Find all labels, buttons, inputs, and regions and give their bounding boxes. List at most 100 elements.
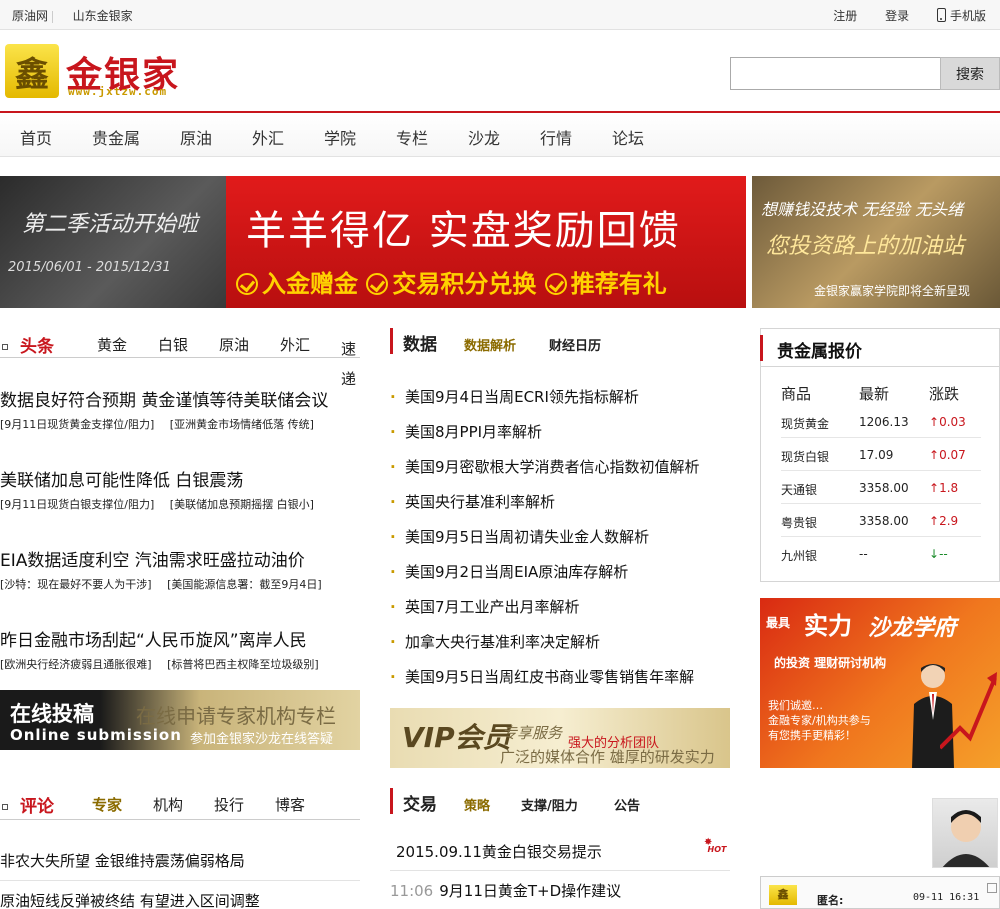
chat-widget[interactable]: 鑫 匿名: 09-11 16:31: [760, 876, 1000, 909]
expert-avatar-icon: [942, 810, 990, 867]
vip-banner[interactable]: VIP会员 专享服务 强大的分析团队 广泛的媒体合作 雄厚的研发实力: [390, 708, 730, 768]
headline-title[interactable]: 数据良好符合预期 黄金谨慎等待美联储会议: [0, 386, 328, 411]
headline-title[interactable]: EIA数据适度利空 汽油需求旺盛拉动油价: [0, 546, 305, 571]
tab-data-analysis[interactable]: 数据解析: [464, 335, 516, 354]
tab-institutions[interactable]: 机构: [153, 794, 183, 815]
tab-support-resistance[interactable]: 支撑/阻力: [521, 795, 578, 814]
top-left-links: 原油网 山东金银家: [12, 7, 133, 24]
data-item[interactable]: 美国9月5日当周红皮书商业零售销售年率解: [390, 666, 694, 687]
col-header-price: 最新: [859, 385, 890, 403]
section-marker: [390, 788, 393, 814]
nav-academy[interactable]: 学院: [324, 125, 356, 149]
academy-banner[interactable]: 想赚钱没技术 无经验 无头绪 您投资路上的加油站 金银家赢家学院即将全新呈现: [752, 176, 1000, 308]
divider: [390, 870, 730, 871]
nav-forum[interactable]: 论坛: [612, 125, 644, 149]
nav-oil[interactable]: 原油: [180, 125, 212, 149]
banner-season-title: 第二季活动开始啦: [22, 212, 199, 237]
trade-item[interactable]: 11:06 9月11日黄金T+D操作建议: [390, 880, 621, 901]
nav-forex[interactable]: 外汇: [252, 125, 284, 149]
search-input[interactable]: [730, 57, 942, 90]
avatar[interactable]: [932, 798, 998, 868]
data-item[interactable]: 英国7月工业产出月率解析: [390, 596, 580, 617]
tab-experts[interactable]: 专家: [92, 794, 122, 815]
headline-sub-link[interactable]: [9月11日现货黄金支撑位/阻力]: [0, 418, 154, 431]
headline-sub-link[interactable]: [欧洲央行经济疲弱且通胀很难]: [0, 658, 152, 671]
register-link[interactable]: 注册: [833, 9, 857, 23]
trade-time: 11:06: [390, 882, 434, 900]
comment-item[interactable]: 非农大失所望 金银维持震荡偏弱格局: [0, 850, 245, 871]
salon-prefix: 最具: [766, 616, 791, 630]
salon-banner[interactable]: 最具 实力 沙龙学府 的投资 理财研讨机构 我们诚邀… 金融专家/机构共参与 有…: [760, 598, 1000, 768]
tab-oil[interactable]: 原油: [219, 334, 249, 355]
price-row[interactable]: 九州银 -- ↓--: [781, 537, 981, 570]
close-icon[interactable]: [987, 883, 997, 893]
link-shandong[interactable]: 山东金银家: [73, 9, 133, 23]
data-item[interactable]: 英国央行基准利率解析: [390, 491, 555, 512]
headline-title[interactable]: 美联储加息可能性降低 白银震荡: [0, 466, 243, 491]
academy-banner-line2: 您投资路上的加油站: [766, 234, 965, 259]
promo-right-title: 在线申请专家机构专栏: [136, 704, 336, 728]
tab-blogs[interactable]: 博客: [275, 794, 305, 815]
main-banner[interactable]: 第二季活动开始啦 2015/06/01 - 2015/12/31 羊羊得亿 实盘…: [0, 176, 746, 308]
headline-sub-link[interactable]: [标普将巴西主权降至垃圾级别]: [167, 658, 319, 671]
price-change: ↑1.8: [929, 481, 959, 495]
section-marker: [760, 335, 763, 361]
tab-express[interactable]: 速递: [341, 334, 358, 394]
tab-announcements[interactable]: 公告: [614, 795, 640, 814]
headline-subs: [9月11日现货黄金支撑位/阻力] [亚洲黄金市场情绪低落 传统]: [0, 416, 314, 432]
headline-sub-link[interactable]: [沙特：现在最好不要人为干涉]: [0, 578, 152, 591]
price-row[interactable]: 现货黄金 1206.13 ↑0.03: [781, 405, 981, 438]
divider: [51, 10, 53, 23]
link-yuanyou[interactable]: 原油网: [12, 9, 48, 23]
tab-silver[interactable]: 白银: [158, 334, 188, 355]
price-value: 3358.00: [859, 514, 909, 528]
login-link[interactable]: 登录: [885, 9, 909, 23]
data-item[interactable]: 美国9月4日当周ECRI领先指标解析: [390, 386, 639, 407]
section-square-icon: [2, 804, 8, 810]
tab-ibanks[interactable]: 投行: [214, 794, 244, 815]
nav-home[interactable]: 首页: [20, 125, 52, 149]
academy-banner-line3: 金银家赢家学院即将全新呈现: [814, 284, 971, 298]
nav-quotes[interactable]: 行情: [540, 125, 572, 149]
data-item[interactable]: 美国9月5日当周初请失业金人数解析: [390, 526, 649, 547]
data-item[interactable]: 美国9月密歇根大学消费者信心指数初值解析: [390, 456, 700, 477]
tab-strategy[interactable]: 策略: [464, 795, 490, 814]
submission-promo[interactable]: 在线投稿 Online submission 在线申请专家机构专栏 参加金银家沙…: [0, 690, 360, 750]
promo-right-sub: 参加金银家沙龙在线答疑: [190, 732, 334, 747]
tab-forex[interactable]: 外汇: [280, 334, 310, 355]
nav-column[interactable]: 专栏: [396, 125, 428, 149]
price-row[interactable]: 现货白银 17.09 ↑0.07: [781, 438, 981, 471]
data-item[interactable]: 美国9月2日当周EIA原油库存解析: [390, 561, 628, 582]
price-name: 现货白银: [781, 450, 830, 464]
banner-item: 交易积分兑换: [392, 270, 537, 298]
trade-title: 交易: [403, 795, 437, 815]
price-row[interactable]: 天通银 3358.00 ↑1.8: [781, 471, 981, 504]
comment-item[interactable]: 原油短线反弹被终结 有望进入区间调整: [0, 890, 260, 909]
tab-gold[interactable]: 黄金: [97, 334, 127, 355]
nav-precious-metals[interactable]: 贵金属: [92, 125, 140, 149]
nav-salon[interactable]: 沙龙: [468, 125, 500, 149]
banner-items: 入金赠金 交易积分兑换 推荐有礼: [236, 264, 667, 299]
headline-title[interactable]: 昨日金融市场刮起“人民币旋风”离岸人民: [0, 626, 307, 651]
logo-icon[interactable]: 鑫: [5, 44, 59, 98]
mobile-link[interactable]: 手机版: [936, 8, 986, 23]
headline-sub-link[interactable]: [亚洲黄金市场情绪低落 传统]: [170, 418, 314, 431]
trade-text: 9月11日黄金T+D操作建议: [439, 882, 622, 900]
check-icon: [366, 273, 389, 295]
price-value: 3358.00: [859, 481, 909, 495]
price-row[interactable]: 粤贵银 3358.00 ↑2.9: [781, 504, 981, 537]
data-item[interactable]: 美国8月PPI月率解析: [390, 421, 542, 442]
data-title: 数据: [403, 335, 437, 355]
tab-calendar[interactable]: 财经日历: [549, 335, 601, 354]
headline-sub-link[interactable]: [美国能源信息署：截至9月4日]: [167, 578, 322, 591]
data-item[interactable]: 加拿大央行基准利率决定解析: [390, 631, 600, 652]
top-bar: 原油网 山东金银家 注册 登录 手机版: [0, 0, 1000, 30]
price-change-value: 0.03: [939, 415, 966, 429]
trade-item[interactable]: 2015.09.11黄金白银交易提示: [390, 841, 602, 862]
search-button[interactable]: 搜索: [940, 57, 1000, 90]
top-right-links: 注册 登录 手机版: [809, 7, 986, 24]
hot-icon: HOT: [704, 835, 730, 858]
headline-sub-link[interactable]: [美联储加息预期摇摆 白银小]: [170, 498, 314, 511]
banner-item: 入金赠金: [262, 270, 358, 298]
headline-sub-link[interactable]: [9月11日现货白银支撑位/阻力]: [0, 498, 154, 511]
